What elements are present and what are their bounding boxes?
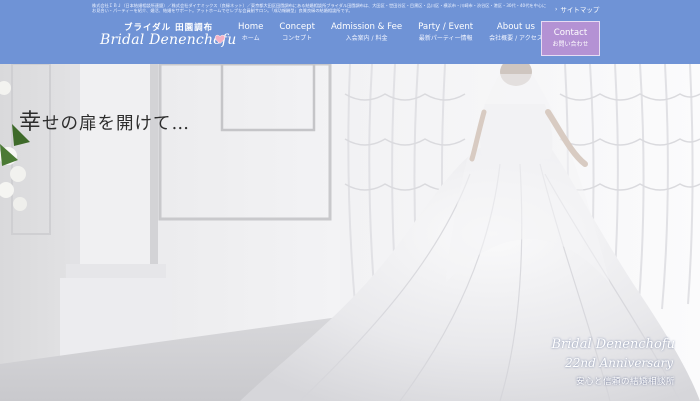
contact-label: Contact	[553, 28, 588, 38]
sitemap-label: サイトマップ	[560, 6, 600, 14]
hero-title-first: 幸	[19, 110, 43, 135]
badge-slogan: 安心と信頼の結婚相談所	[575, 377, 675, 387]
anniversary-badge: Bridal Denenchofu 22nd Anniversary 安心と信頼…	[527, 334, 697, 396]
contact-button[interactable]: Contact お問い合わせ	[541, 21, 600, 56]
header-tagline: 株式会社ＩＢＪ（日本結婚相談所連盟）／株式会社ダイナミックス（良縁ネット）／東京…	[92, 3, 547, 14]
nav-home-sublabel: ホーム	[241, 35, 260, 42]
nav-concept-sublabel: コンセプト	[282, 35, 313, 42]
nav-about-label: About us	[496, 22, 535, 32]
nav-admission-fee[interactable]: Admission & Fee 入会案内 / 料金	[323, 22, 410, 56]
nav-party-label: Party / Event	[418, 22, 474, 32]
contact-sublabel: お問い合わせ	[552, 41, 589, 48]
nav-admission-sublabel: 入会案内 / 料金	[345, 35, 388, 42]
nav-party-sublabel: 最新パーティー情報	[418, 35, 473, 42]
nav-concept-label: Concept	[279, 22, 315, 32]
nav-party-event[interactable]: Party / Event 最新パーティー情報	[410, 22, 481, 56]
hero-title: 幸せの扉を開けて…	[19, 104, 190, 136]
sitemap-link[interactable]: › サイトマップ	[555, 4, 600, 15]
hero-banner: 幸せの扉を開けて… Bridal Denenchofu 22nd Anniver…	[0, 64, 700, 401]
hero-title-rest: せの扉を開けて…	[42, 114, 191, 134]
nav-about-sublabel: 会社概要 / アクセス	[489, 35, 543, 42]
badge-anniversary: 22nd Anniversary	[565, 356, 673, 370]
chevron-right-icon: ›	[555, 5, 558, 13]
site-logo[interactable]: ブライダル 田園調布 Bridal Denenchofu	[98, 19, 238, 53]
nav-home-label: Home	[238, 22, 264, 32]
site-header: 株式会社ＩＢＪ（日本結婚相談所連盟）／株式会社ダイナミックス（良縁ネット）／東京…	[0, 0, 700, 64]
nav-home[interactable]: Home ホーム	[230, 22, 271, 56]
nav-concept[interactable]: Concept コンセプト	[271, 22, 323, 56]
heart-logo-icon	[214, 34, 226, 44]
main-nav: Home ホーム Concept コンセプト Admission & Fee 入…	[230, 22, 551, 56]
badge-brand: Bridal Denenchofu	[551, 337, 675, 352]
nav-admission-label: Admission & Fee	[330, 22, 403, 32]
